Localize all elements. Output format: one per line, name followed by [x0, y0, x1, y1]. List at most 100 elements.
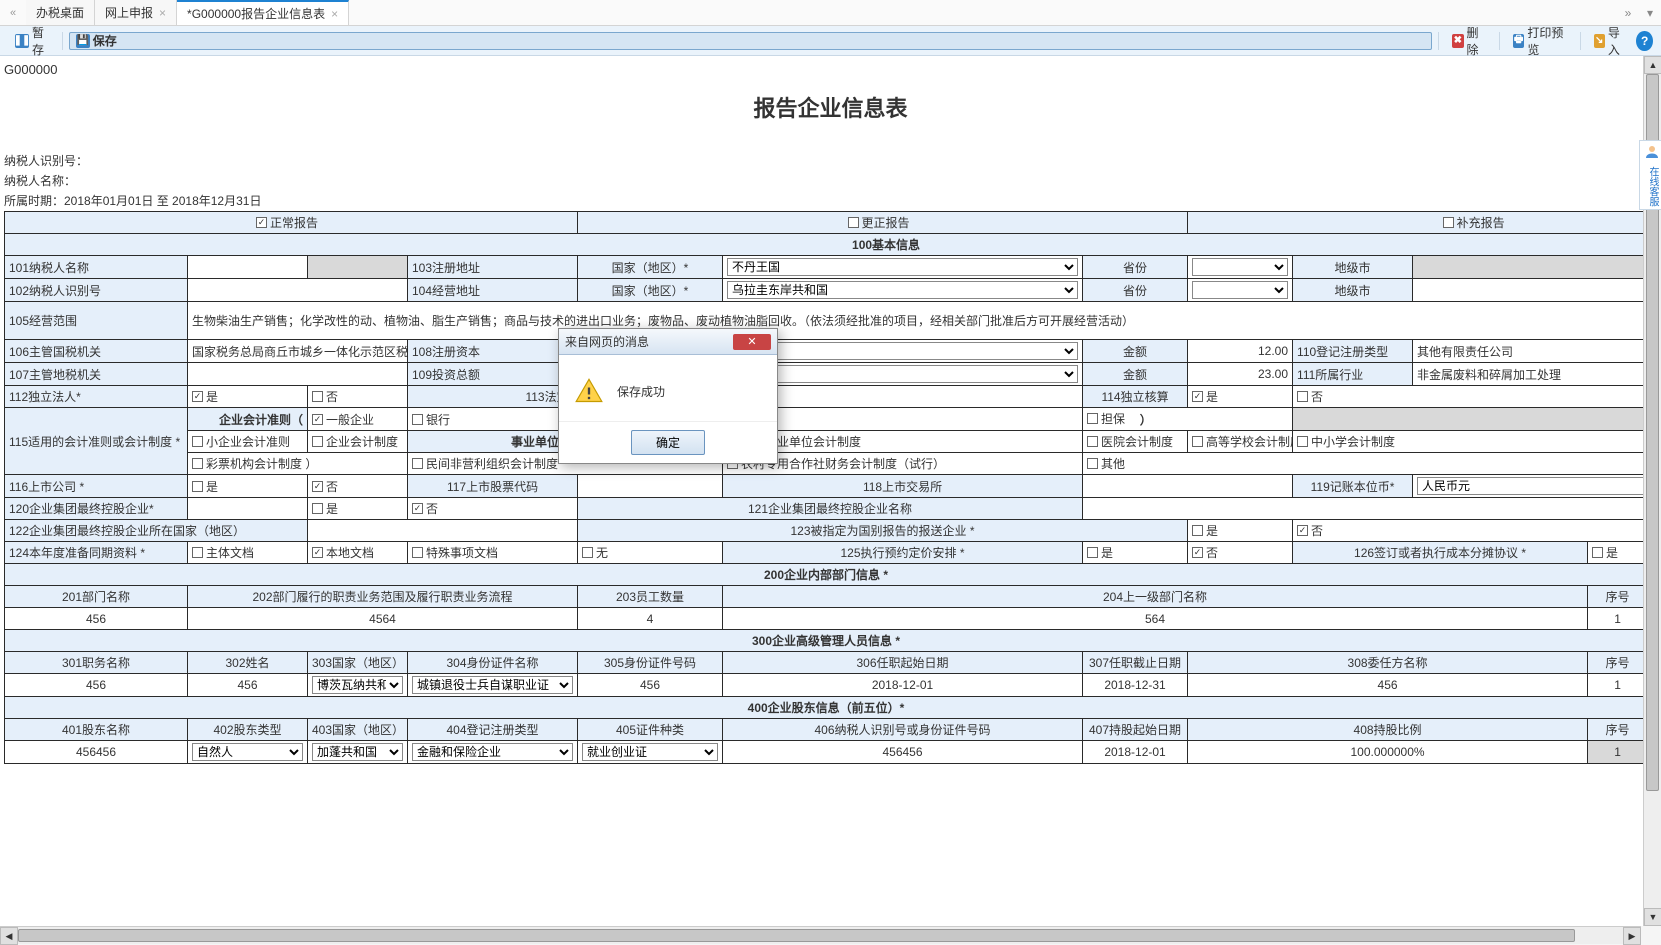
- cb-115-small[interactable]: 小企业会计准则: [192, 433, 290, 450]
- val-101[interactable]: [188, 256, 308, 279]
- sel-111[interactable]: 非金属废料和碎屑加工处理: [1413, 363, 1661, 386]
- cb-116-no[interactable]: ✓否: [312, 478, 338, 495]
- print-preview-button[interactable]: 🖶打印预览: [1506, 21, 1574, 61]
- cb-124-loc[interactable]: ✓本地文档: [312, 544, 374, 561]
- help-icon[interactable]: ?: [1636, 31, 1653, 51]
- val-110[interactable]: 其他有限责任公司: [1413, 340, 1661, 363]
- cb-126-yes[interactable]: 是: [1592, 544, 1618, 561]
- lbl-101: 101纳税人名称: [5, 256, 188, 279]
- save-icon: 💾: [76, 34, 90, 48]
- lbl-112: 112独立法人*: [5, 386, 188, 408]
- lbl-city-1: 地级市: [1293, 256, 1413, 279]
- cb-115-lot[interactable]: 彩票机构会计制度 ）: [192, 455, 317, 472]
- cb-112-yes[interactable]: ✓是: [192, 388, 218, 405]
- val-102[interactable]: [188, 279, 408, 302]
- val-108-amt[interactable]: 12.00: [1188, 340, 1293, 363]
- cb-120-yes[interactable]: 是: [312, 500, 338, 517]
- lbl-122: 122企业集团最终控股企业所在国家（地区）: [5, 520, 308, 542]
- tab-report-sheet[interactable]: *G000000报告企业信息表×: [177, 0, 349, 25]
- lbl-110: 110登记注册类型: [1293, 340, 1413, 363]
- cb-124-none[interactable]: 无: [582, 544, 608, 561]
- lbl-province-1: 省份: [1083, 256, 1188, 279]
- cb-115-npo[interactable]: 民间非营利组织会计制度: [412, 455, 558, 472]
- cb-115-gen[interactable]: ✓一般企业: [312, 411, 374, 428]
- table-row: 456456博茨瓦纳共和国城镇退役士兵自谋职业证4562018-12-01201…: [5, 674, 1661, 697]
- supp-report-checkbox[interactable]: 补充报告: [1443, 214, 1505, 231]
- col-seq-200: 序号: [1588, 586, 1648, 608]
- val-106[interactable]: 国家税务总局商丘市城乡一体化示范区税务局: [188, 340, 408, 363]
- tab-webfile[interactable]: 网上申报×: [95, 0, 177, 25]
- close-icon[interactable]: ×: [331, 7, 338, 21]
- val-city-2[interactable]: [1413, 279, 1661, 302]
- cb-115-bank[interactable]: 银行: [412, 411, 450, 428]
- cb-112-no[interactable]: 否: [312, 388, 338, 405]
- close-icon[interactable]: ×: [159, 6, 166, 20]
- lbl-109-amt: 金额: [1083, 363, 1188, 386]
- scroll-right-icon[interactable]: ▶: [1623, 927, 1641, 945]
- cb-124-main[interactable]: 主体文档: [192, 544, 254, 561]
- val-107[interactable]: [188, 363, 408, 386]
- cb-115-uni[interactable]: 高等学校会计制度: [1192, 433, 1293, 450]
- cb-120-no[interactable]: ✓否: [412, 500, 438, 517]
- dialog-ok-button[interactable]: 确定: [631, 430, 705, 455]
- lbl-115: 115适用的会计准则或会计制度 *: [5, 408, 188, 475]
- normal-report-checkbox[interactable]: ✓正常报告: [256, 214, 318, 231]
- dialog-title-bar[interactable]: 来自网页的消息 ✕: [559, 329, 777, 355]
- cb-114-no[interactable]: 否: [1297, 388, 1323, 405]
- import-button[interactable]: ↘导入: [1587, 21, 1635, 61]
- val-122[interactable]: [308, 520, 578, 542]
- scroll-down-icon[interactable]: ▼: [1644, 908, 1661, 926]
- delete-button[interactable]: ✖删除: [1445, 21, 1493, 61]
- save-success-dialog: 来自网页的消息 ✕ 保存成功 确定: [558, 328, 778, 464]
- cb-116-yes[interactable]: 是: [192, 478, 218, 495]
- val-105[interactable]: 生物柴油生产销售；化学改性的动、植物油、脂生产销售；商品与技术的进出口业务；废物…: [188, 302, 1661, 340]
- col-404: 404登记注册类型: [408, 719, 578, 741]
- lbl-116: 116上市公司 *: [5, 475, 188, 498]
- cb-123-yes[interactable]: 是: [1192, 522, 1218, 539]
- val-109-amt[interactable]: 23.00: [1188, 363, 1293, 386]
- lbl-126: 126签订或者执行成本分摊协议 *: [1293, 542, 1588, 564]
- lbl-107: 107主管地税机关: [5, 363, 188, 386]
- cb-125-no[interactable]: ✓否: [1192, 544, 1218, 561]
- scroll-up-icon[interactable]: ▲: [1644, 56, 1661, 74]
- scroll-left-icon[interactable]: ◀: [0, 927, 18, 945]
- col-202: 202部门履行的职责业务范围及履行职责业务流程: [188, 586, 578, 608]
- cb-115-acc[interactable]: 企业会计制度: [312, 433, 398, 450]
- lbl-country-1: 国家（地区）*: [578, 256, 723, 279]
- pause-button[interactable]: ❚❚暂存: [8, 21, 56, 61]
- horizontal-scrollbar[interactable]: ◀ ▶: [0, 926, 1641, 944]
- lbl-country-2: 国家（地区）*: [578, 279, 723, 302]
- headset-icon: [1643, 143, 1661, 161]
- col-seq-300: 序号: [1588, 652, 1648, 674]
- page-title: 报告企业信息表: [4, 79, 1657, 151]
- tabs-menu-icon[interactable]: ▾: [1639, 0, 1661, 25]
- tab-bar: « 办税桌面 网上申报× *G000000报告企业信息表× » ▾: [0, 0, 1661, 26]
- cb-115-guar[interactable]: 担保: [1087, 410, 1125, 427]
- val-118[interactable]: [1083, 475, 1293, 498]
- sel-province-1[interactable]: [1188, 256, 1293, 279]
- cb-115-hosp[interactable]: 医院会计制度: [1087, 433, 1173, 450]
- cb-114-yes[interactable]: ✓是: [1192, 388, 1218, 405]
- col-408: 408持股比例: [1188, 719, 1588, 741]
- correct-report-checkbox[interactable]: 更正报告: [848, 214, 910, 231]
- lbl-province-2: 省份: [1083, 279, 1188, 302]
- scroll-thumb-h[interactable]: [18, 929, 1575, 942]
- save-button[interactable]: 💾保存: [69, 32, 1433, 50]
- cb-125-yes[interactable]: 是: [1087, 544, 1113, 561]
- online-service-badge[interactable]: 在线客服: [1639, 140, 1661, 210]
- sel-province-2[interactable]: [1188, 279, 1293, 302]
- sel-country-2[interactable]: 乌拉圭东岸共和国: [723, 279, 1083, 302]
- col-402: 402股东类型: [188, 719, 308, 741]
- dialog-close-button[interactable]: ✕: [733, 334, 771, 350]
- cb-115-prim[interactable]: 中小学会计制度: [1297, 433, 1395, 450]
- top-check-row: ✓正常报告 更正报告 补充报告: [5, 212, 1661, 234]
- lbl-124: 124本年度准备同期资料 *: [5, 542, 188, 564]
- cb-123-no[interactable]: ✓否: [1297, 522, 1323, 539]
- sel-119[interactable]: 人民币元: [1413, 475, 1661, 498]
- val-121[interactable]: [1083, 498, 1661, 520]
- cb-124-spec[interactable]: 特殊事项文档: [412, 544, 498, 561]
- sel-country-1[interactable]: 不丹王国: [723, 256, 1083, 279]
- print-icon: 🖶: [1513, 34, 1524, 48]
- cb-115-other[interactable]: 其他: [1087, 455, 1125, 472]
- val-117[interactable]: [578, 475, 723, 498]
